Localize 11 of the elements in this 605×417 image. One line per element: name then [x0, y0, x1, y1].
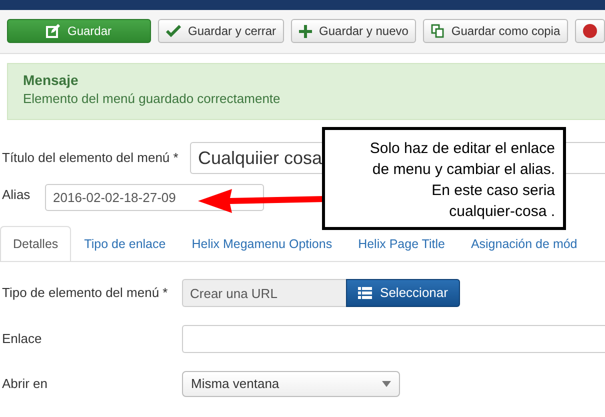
- field-label: Título del elemento del menú *: [1, 149, 180, 168]
- field-label: Alias: [1, 186, 32, 204]
- callout-text: En este caso seria: [430, 181, 555, 201]
- alert-heading: Mensaje: [23, 72, 80, 89]
- callout-text: Solo haz de editar el enlace: [368, 139, 555, 159]
- field-label: Enlace: [1, 330, 43, 348]
- callout-text: de menu y cambiar el alias.: [371, 160, 555, 180]
- callout-text: cualquier-cosa .: [448, 202, 555, 222]
- field-label: Tipo de elemento del menú *: [1, 284, 169, 302]
- field-label: Abrir en: [1, 375, 49, 394]
- alert-message: Elemento del menú guardado correctamente: [23, 90, 282, 108]
